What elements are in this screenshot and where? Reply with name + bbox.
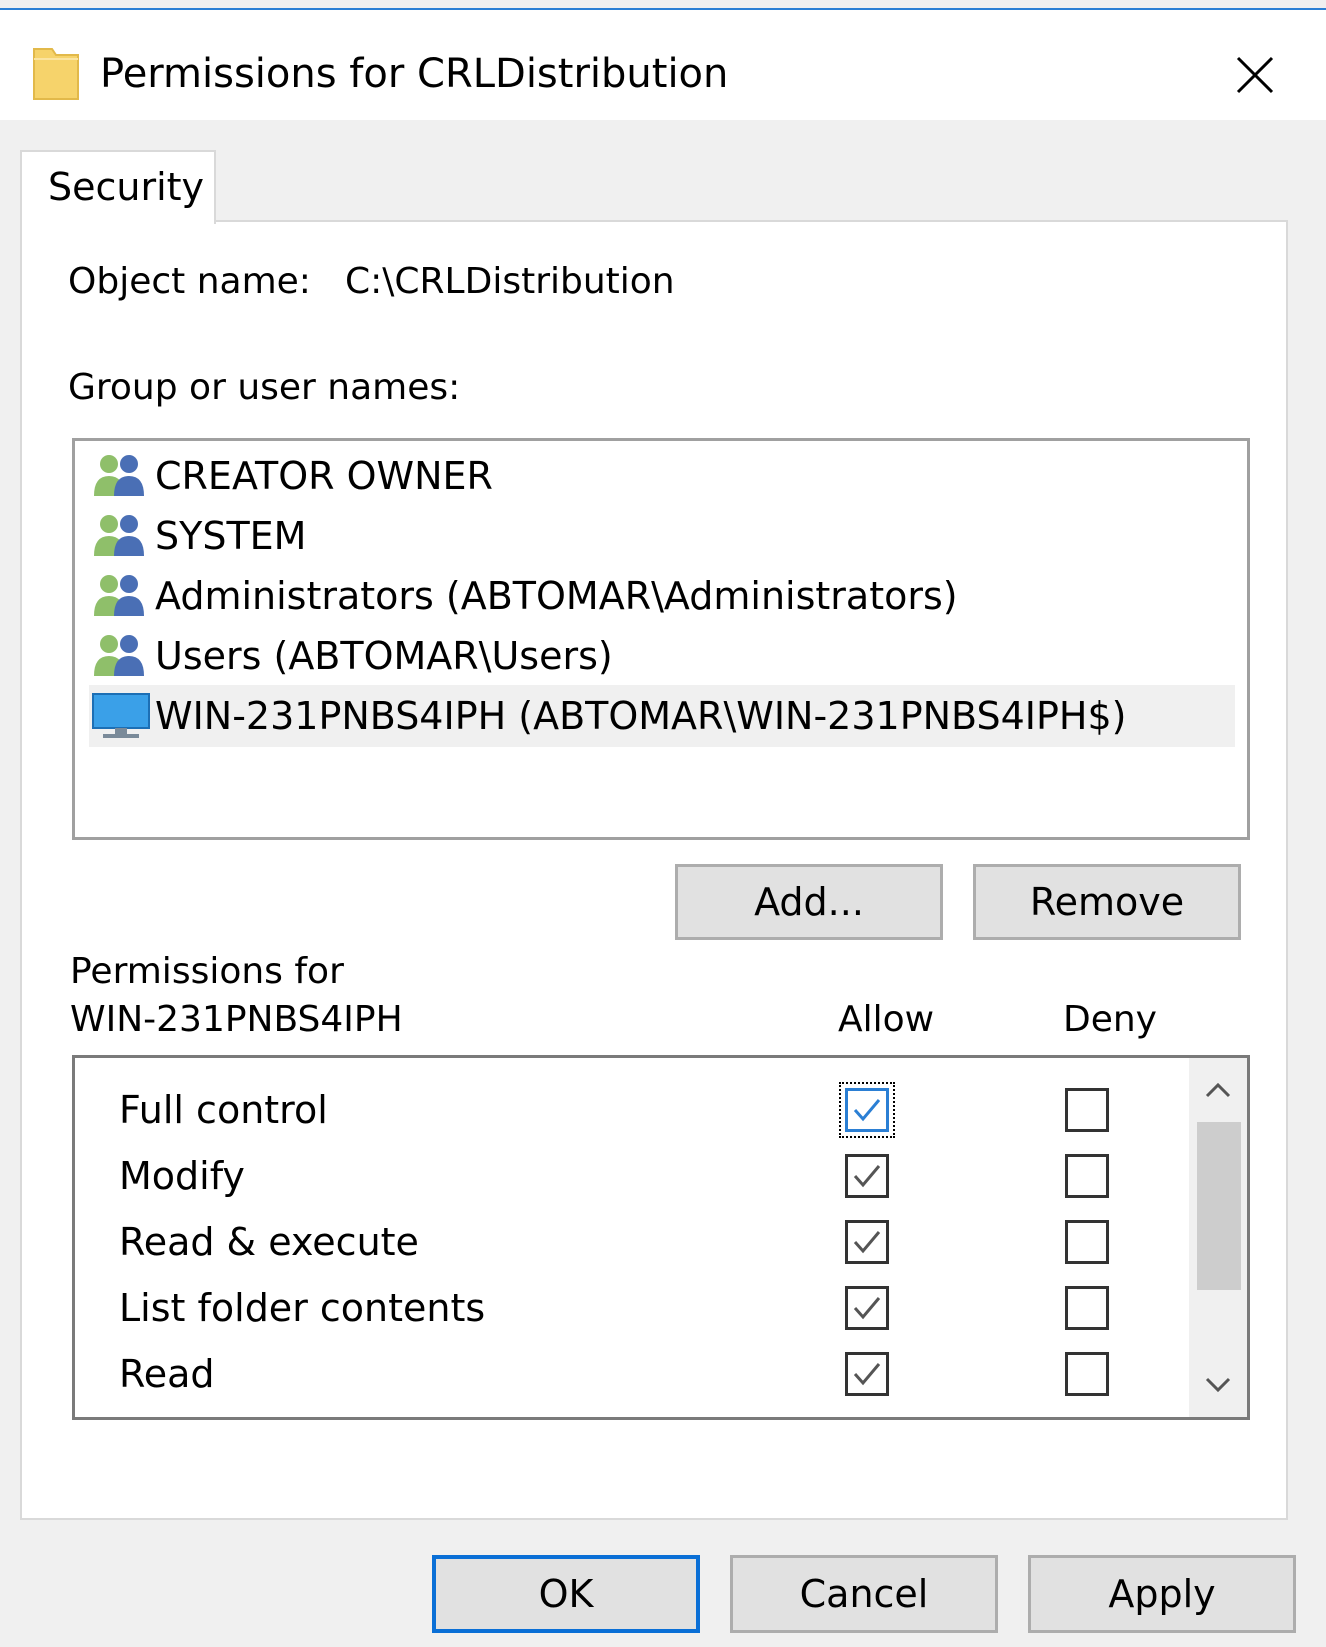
list-item-label: Users (ABTOMAR\Users) — [155, 634, 613, 678]
allow-checkbox-partial[interactable] — [845, 1418, 889, 1420]
group-or-user-names-label: Group or user names: — [68, 367, 461, 408]
list-item-label: SYSTEM — [155, 514, 307, 558]
list-item-label: CREATOR OWNER — [155, 454, 493, 498]
permission-label: List folder contents — [119, 1286, 486, 1330]
list-item-system[interactable]: SYSTEM — [89, 505, 1235, 567]
allow-checkbox-modify[interactable] — [845, 1154, 889, 1198]
allow-column-header: Allow — [838, 999, 935, 1040]
close-button[interactable] — [1220, 40, 1290, 110]
permissions-list: Full control Modify Read & execute List … — [72, 1055, 1250, 1420]
allow-checkbox-list-folder-contents[interactable] — [845, 1286, 889, 1330]
list-item-users[interactable]: Users (ABTOMAR\Users) — [89, 625, 1235, 687]
checkmark-icon — [853, 1297, 881, 1320]
add-button[interactable]: Add... — [675, 864, 943, 940]
cancel-button[interactable]: Cancel — [730, 1555, 998, 1633]
deny-checkbox-list-folder-contents[interactable] — [1065, 1286, 1109, 1330]
checkmark-icon — [853, 1231, 881, 1254]
list-item-win-computer[interactable]: WIN-231PNBS4IPH (ABTOMAR\WIN-231PNBS4IPH… — [89, 685, 1235, 747]
deny-checkbox-read[interactable] — [1065, 1352, 1109, 1396]
scroll-up-button[interactable] — [1189, 1062, 1247, 1118]
permissions-dialog: Permissions for CRLDistribution Security… — [0, 0, 1326, 1647]
allow-checkbox-read-execute[interactable] — [845, 1220, 889, 1264]
folder-icon — [33, 48, 79, 100]
title-bar: Permissions for CRLDistribution — [0, 10, 1326, 120]
checkmark-icon — [853, 1363, 881, 1386]
list-item-label: Administrators (ABTOMAR\Administrators) — [155, 574, 958, 618]
permission-label: Read — [119, 1352, 215, 1396]
list-item-label: WIN-231PNBS4IPH (ABTOMAR\WIN-231PNBS4IPH… — [155, 694, 1127, 738]
checkmark-icon — [853, 1099, 881, 1122]
permissions-scrollbar[interactable] — [1189, 1058, 1247, 1417]
permissions-for-principal: WIN-231PNBS4IPH — [70, 999, 403, 1040]
deny-checkbox-full-control[interactable] — [1065, 1088, 1109, 1132]
user-group-icon — [94, 515, 144, 556]
permission-row-full-control: Full control — [75, 1078, 1195, 1144]
permission-row-read: Read — [75, 1342, 1195, 1408]
deny-checkbox-modify[interactable] — [1065, 1154, 1109, 1198]
remove-button[interactable]: Remove — [973, 864, 1241, 940]
permission-label: Read & execute — [119, 1220, 419, 1264]
allow-checkbox-read[interactable] — [845, 1352, 889, 1396]
permission-label: Full control — [119, 1088, 328, 1132]
window-title: Permissions for CRLDistribution — [100, 51, 729, 97]
list-item-creator-owner[interactable]: CREATOR OWNER — [89, 445, 1235, 507]
computer-icon — [92, 693, 150, 738]
tab-security-label: Security — [48, 165, 205, 209]
ok-button[interactable]: OK — [432, 1555, 700, 1633]
deny-checkbox-partial[interactable] — [1065, 1418, 1109, 1420]
group-user-listbox[interactable]: CREATOR OWNER SYSTEM Administrators (ABT… — [72, 438, 1250, 840]
permission-row-list-folder-contents: List folder contents — [75, 1276, 1195, 1342]
scroll-down-button[interactable] — [1189, 1357, 1247, 1413]
chevron-up-icon — [1205, 1082, 1231, 1098]
tab-security[interactable]: Security — [20, 150, 216, 224]
user-group-icon — [94, 635, 144, 676]
checkmark-icon — [853, 1165, 881, 1188]
permission-row-read-execute: Read & execute — [75, 1210, 1195, 1276]
apply-button[interactable]: Apply — [1028, 1555, 1296, 1633]
object-name-label: Object name: — [68, 261, 311, 302]
allow-checkbox-full-control[interactable] — [839, 1082, 895, 1138]
user-group-icon — [94, 455, 144, 496]
permission-row-partial — [75, 1408, 1195, 1420]
permissions-for-label: Permissions for — [70, 951, 344, 992]
close-icon — [1236, 56, 1274, 94]
chevron-down-icon — [1205, 1377, 1231, 1393]
permission-row-modify: Modify — [75, 1144, 1195, 1210]
deny-column-header: Deny — [1063, 999, 1157, 1040]
deny-checkbox-read-execute[interactable] — [1065, 1220, 1109, 1264]
scroll-thumb[interactable] — [1197, 1122, 1241, 1290]
permission-label: Modify — [119, 1154, 245, 1198]
user-group-icon — [94, 575, 144, 616]
object-name-value: C:\CRLDistribution — [345, 261, 675, 302]
list-item-administrators[interactable]: Administrators (ABTOMAR\Administrators) — [89, 565, 1235, 627]
